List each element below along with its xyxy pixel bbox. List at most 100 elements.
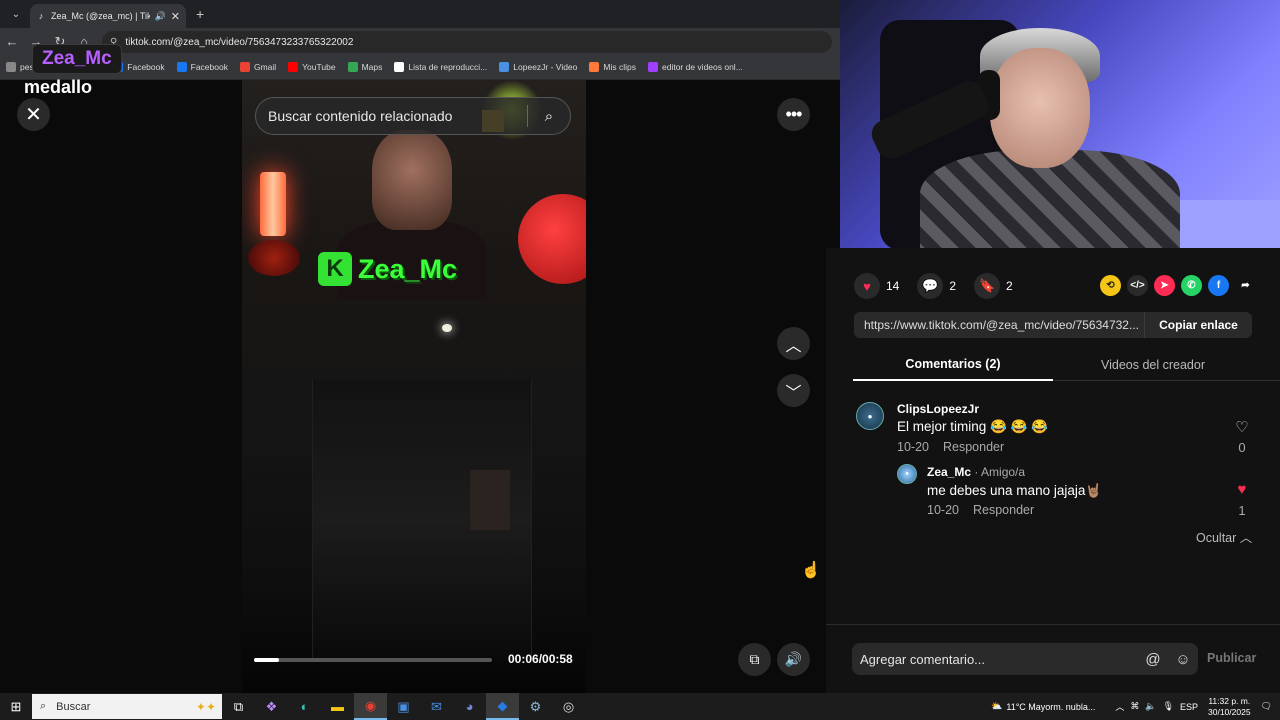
tab-search-button[interactable]: ⌄	[4, 3, 28, 25]
system-tray: ⛅ 11°C Mayorm. nubla... ︿ ⌘ 🔈 🎙 ESP 11:3…	[991, 693, 1280, 720]
obs-icon[interactable]: ◎	[552, 693, 585, 720]
comment-text: El mejor timing 😂 😂 😂	[897, 419, 1048, 434]
mention-icon[interactable]: @	[1138, 651, 1168, 668]
mail-icon[interactable]: ✉	[420, 693, 453, 720]
weather-widget[interactable]: ⛅ 11°C Mayorm. nubla...	[991, 701, 1095, 712]
previous-video-button[interactable]: ︿	[777, 327, 810, 360]
mic-icon[interactable]: 🎙	[1163, 701, 1174, 712]
caption-overlay: medallo	[24, 77, 93, 97]
tiktok-icon: ♪	[38, 11, 44, 21]
bookmark-item[interactable]: editor de videos onl...	[647, 62, 743, 72]
windows-start-icon[interactable]: ⊞	[0, 699, 32, 715]
browser-tab[interactable]: ♪ Zea_Mc (@zea_mc) | TikTok 🔊 ✕	[30, 4, 186, 28]
edge-icon[interactable]: ◐	[288, 693, 321, 720]
comment-input[interactable]	[852, 651, 1138, 667]
youtube-icon	[288, 62, 299, 72]
comment-date: 10-20	[897, 440, 929, 454]
comment-icon[interactable]: 💬	[917, 273, 944, 299]
notification-icon[interactable]: 🗨	[1261, 701, 1272, 712]
send-icon[interactable]: ➤	[1154, 275, 1175, 296]
avatar[interactable]: ●	[856, 402, 884, 430]
copy-link-button[interactable]: Copiar enlace	[1144, 312, 1252, 338]
search-icon[interactable]: ⌕	[528, 108, 570, 125]
discord-icon[interactable]: ◕	[453, 693, 486, 720]
pip-button[interactable]: ⧉	[738, 643, 771, 676]
bookmark-item[interactable]: LopeezJr - Video	[499, 62, 577, 72]
comment-action[interactable]: 💬 2	[917, 273, 956, 299]
tab-comments[interactable]: Comentarios (2)	[853, 348, 1053, 381]
video-player[interactable]: K Zea_Mc 00:06/00:58	[242, 80, 586, 693]
heart-icon[interactable]: ♥	[854, 273, 880, 299]
steam-icon[interactable]: ⚙	[519, 693, 552, 720]
copilot-sparkle-icon: ✦✦	[195, 699, 216, 714]
audio-icon[interactable]: 🔊	[155, 11, 166, 22]
close-button[interactable]: ✕	[17, 98, 50, 131]
new-tab-button[interactable]: +	[196, 6, 204, 22]
comment-author[interactable]: Zea_Mc · Amigo/a	[927, 465, 1025, 479]
next-video-button[interactable]: ﹀	[777, 374, 810, 407]
video-viewer: K Zea_Mc 00:06/00:58 ✕ ⌕ ••• ︿ ﹀ ⧉ 🔊 ☝	[0, 80, 840, 693]
tab-creator-videos[interactable]: Videos del creador	[1053, 348, 1253, 381]
reply-button[interactable]: Responder	[973, 503, 1034, 517]
video-progress-fill	[254, 658, 279, 662]
taskbar-search-label: Buscar	[56, 700, 91, 713]
clock-time: 11:32 p. m.	[1208, 695, 1251, 706]
close-tab-icon[interactable]: ✕	[171, 10, 180, 23]
editor-icon	[647, 62, 658, 72]
copilot-icon[interactable]: ❖	[255, 693, 288, 720]
hide-replies-button[interactable]: Ocultar ︿	[1196, 527, 1252, 546]
taskbar-clock[interactable]: 11:32 p. m. 30/10/2025	[1208, 696, 1251, 718]
reply-button[interactable]: Responder	[943, 440, 1004, 454]
streaming-app-icon[interactable]: ◆	[486, 693, 519, 720]
share-arrow-icon[interactable]: ➦	[1235, 275, 1256, 296]
network-icon[interactable]: ⌘	[1130, 701, 1139, 712]
lang-label[interactable]: ESP	[1180, 702, 1198, 712]
bookmark-item[interactable]: YouTube	[288, 62, 336, 72]
bookmark-icon[interactable]: 🔖	[974, 273, 1001, 299]
taskbar-search[interactable]: ⌕ Buscar ✦✦	[32, 694, 222, 719]
chrome-icon[interactable]: ◉	[354, 693, 387, 720]
heart-outline-icon[interactable]: ♡	[1232, 418, 1252, 436]
task-view-icon[interactable]: ⧉	[222, 693, 255, 720]
bookmark-item[interactable]: Gmail	[239, 62, 276, 72]
store-icon[interactable]: ▣	[387, 693, 420, 720]
speaker-icon[interactable]: 🔈	[1145, 701, 1156, 712]
save-count: 2	[1006, 279, 1013, 293]
avatar[interactable]: ●	[897, 464, 917, 484]
volume-button[interactable]: 🔊	[777, 643, 810, 676]
back-button[interactable]: ←	[0, 34, 24, 49]
lamp-base	[248, 240, 300, 276]
publish-button[interactable]: Publicar	[1207, 651, 1256, 665]
bookmark-item[interactable]: Facebook	[176, 62, 228, 72]
address-bar[interactable]: ⚲ tiktok.com/@zea_mc/video/7563473233765…	[102, 31, 832, 53]
embed-icon[interactable]: </>	[1127, 275, 1148, 296]
whatsapp-icon[interactable]: ✆	[1181, 275, 1202, 296]
tab-title: Zea_Mc (@zea_mc) | TikTok	[51, 11, 150, 21]
comment-author[interactable]: ClipsLopeezJr	[897, 402, 979, 416]
bookmark-label: Mis clips	[603, 62, 636, 72]
like-action[interactable]: ♥ 14	[854, 273, 899, 299]
bookmark-item[interactable]: Mis clips	[589, 62, 636, 72]
file-explorer-icon[interactable]: ▬	[321, 693, 354, 720]
more-options-button[interactable]: •••	[777, 98, 810, 131]
facebook-icon[interactable]: f	[1208, 275, 1229, 296]
share-row: ⟲ </> ➤ ✆ f ➦	[1100, 275, 1256, 296]
related-search-input[interactable]	[256, 108, 527, 124]
bookmark-item[interactable]: Lista de reproducci...	[394, 62, 487, 72]
save-action[interactable]: 🔖 2	[974, 273, 1013, 299]
bookmark-label: Lista de reproducci...	[408, 62, 488, 72]
video-progress-bar[interactable]	[254, 658, 492, 662]
bookmark-item[interactable]: Maps	[347, 62, 382, 72]
repost-icon[interactable]: ⟲	[1100, 275, 1121, 296]
heart-filled-icon[interactable]: ♥	[1232, 481, 1252, 498]
comment-date: 10-20	[927, 503, 959, 517]
clips-icon	[589, 62, 600, 72]
person-face	[372, 130, 452, 230]
video-icon	[499, 62, 510, 72]
share-link[interactable]: https://www.tiktok.com/@zea_mc/video/756…	[854, 318, 1144, 332]
tiktok-icon	[394, 62, 405, 72]
emoji-icon[interactable]: ☺	[1168, 651, 1198, 668]
url-text: tiktok.com/@zea_mc/video/756347323376532…	[125, 36, 354, 48]
tray-chevron-icon[interactable]: ︿	[1115, 700, 1124, 713]
maps-icon	[347, 62, 358, 72]
